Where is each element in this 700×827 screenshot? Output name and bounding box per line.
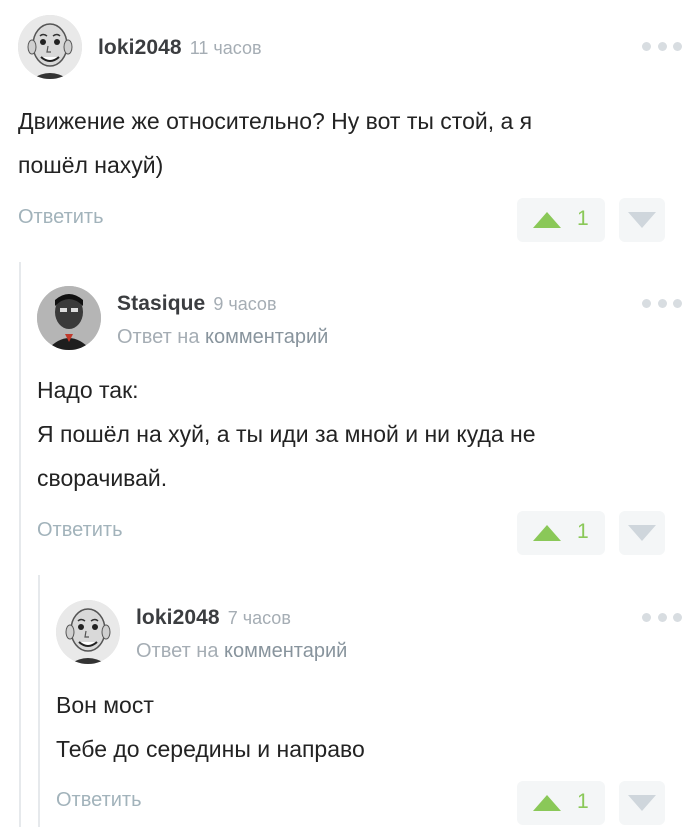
bald-man-avatar-icon — [18, 15, 82, 79]
vote-count: 1 — [577, 790, 589, 813]
arrow-down-icon — [628, 795, 656, 811]
reply-reference: Ответ на комментарий — [117, 326, 328, 349]
avatar[interactable] — [37, 286, 101, 350]
username[interactable]: Stasique — [117, 292, 205, 315]
user-line: loki2048 11 часов — [98, 36, 262, 60]
reply-button[interactable]: Ответить — [56, 789, 142, 812]
downvote-button[interactable] — [619, 198, 665, 242]
thread-line-level-2 — [38, 575, 40, 827]
upvote-button[interactable]: 1 — [517, 198, 605, 242]
downvote-button[interactable] — [619, 781, 665, 825]
avatar[interactable] — [18, 15, 82, 79]
thread-line-level-1 — [19, 262, 21, 827]
timestamp: 11 часов — [189, 38, 262, 58]
comment-text: Движение же относительно? Ну вот ты стой… — [18, 99, 532, 187]
reply-reference: Ответ на комментарий — [136, 640, 347, 663]
reply-prefix: Ответ на — [117, 326, 200, 348]
bald-man-avatar-icon — [56, 600, 120, 664]
timestamp: 7 часов — [227, 608, 291, 628]
comment-actions: Ответить 1 — [37, 511, 682, 555]
comment-header: loki2048 7 часов Ответ на комментарий — [56, 600, 682, 664]
timestamp: 9 часов — [213, 294, 277, 314]
comment-text: Вон мост Тебе до середины и направо — [56, 683, 365, 771]
comment-line: Надо так: — [37, 377, 139, 403]
downvote-button[interactable] — [619, 511, 665, 555]
comment-text: Надо так: Я пошёл на хуй, а ты иди за мн… — [37, 368, 536, 500]
arrow-down-icon — [628, 525, 656, 541]
comment-line: сворачивай. — [37, 465, 168, 491]
parent-comment-link[interactable]: комментарий — [224, 640, 347, 662]
comment-line: Движение же относительно? Ну вот ты стой… — [18, 108, 533, 134]
comment: loki2048 11 часов Движение же относительн… — [18, 15, 682, 245]
arrow-up-icon — [533, 525, 561, 541]
reply-prefix: Ответ на — [136, 640, 219, 662]
user-line: loki2048 7 часов — [136, 606, 291, 630]
comment-line: Вон мост — [56, 692, 154, 718]
reply-button[interactable]: Ответить — [37, 519, 123, 542]
upvote-button[interactable]: 1 — [517, 781, 605, 825]
dark-figure-avatar-icon — [37, 286, 101, 350]
comment-actions: Ответить 1 — [56, 781, 682, 825]
reply-button[interactable]: Ответить — [18, 206, 104, 229]
vote-count: 1 — [577, 520, 589, 543]
avatar[interactable] — [56, 600, 120, 664]
arrow-up-icon — [533, 212, 561, 228]
comment-line: Тебе до середины и направо — [56, 736, 365, 762]
vote-count: 1 — [577, 207, 589, 230]
username[interactable]: loki2048 — [136, 606, 220, 629]
comment: loki2048 7 часов Ответ на комментарий Вон… — [56, 600, 682, 825]
comment-line: Я пошёл на хуй, а ты иди за мной и ни ку… — [37, 421, 536, 447]
comment-actions: Ответить 1 — [18, 198, 682, 242]
comment: Stasique 9 часов Ответ на комментарий Над… — [37, 286, 682, 558]
parent-comment-link[interactable]: комментарий — [205, 326, 328, 348]
more-options-icon[interactable] — [642, 294, 682, 312]
comment-header: Stasique 9 часов Ответ на комментарий — [37, 286, 682, 350]
arrow-up-icon — [533, 795, 561, 811]
arrow-down-icon — [628, 212, 656, 228]
upvote-button[interactable]: 1 — [517, 511, 605, 555]
username[interactable]: loki2048 — [98, 36, 182, 59]
more-options-icon[interactable] — [642, 608, 682, 626]
more-options-icon[interactable] — [642, 37, 682, 55]
comment-header: loki2048 11 часов — [18, 15, 682, 79]
comment-line: пошёл нахуй) — [18, 152, 164, 178]
user-line: Stasique 9 часов — [117, 292, 277, 316]
